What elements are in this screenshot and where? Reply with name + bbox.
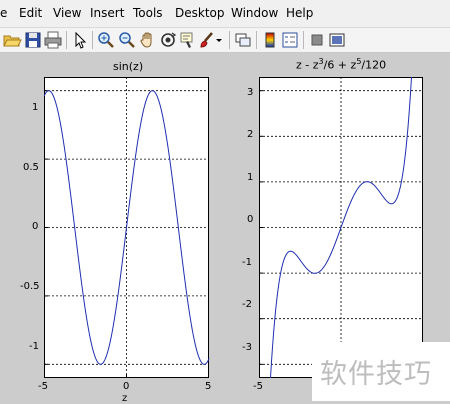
watermark: 软件技巧	[312, 342, 450, 401]
print-icon[interactable]	[43, 30, 63, 50]
menu-view[interactable]: View	[53, 6, 81, 20]
menu-help[interactable]: Help	[286, 6, 313, 20]
toolbar-separator	[92, 31, 93, 49]
left-ytick-label: 0	[32, 221, 39, 232]
right-ytick-label: -1	[242, 257, 252, 268]
menu-desktop[interactable]: Desktop	[175, 6, 225, 20]
figure-toolbar	[0, 28, 450, 53]
right-axes[interactable]	[259, 77, 424, 379]
menu-insert[interactable]: Insert	[90, 6, 124, 20]
show-plot-tools-icon[interactable]	[327, 30, 347, 50]
watermark-text: 软件技巧	[320, 359, 432, 390]
left-ytick-label: -1	[29, 341, 39, 352]
toolbar-separator	[256, 31, 257, 49]
menu-tools[interactable]: Tools	[133, 6, 163, 20]
link-plot-icon[interactable]	[233, 30, 253, 50]
right-ytick-label: -2	[242, 299, 252, 310]
toolbar-separator	[229, 31, 230, 49]
colorbar-icon[interactable]	[260, 30, 280, 50]
rotate-3d-icon[interactable]	[158, 30, 178, 50]
pointer-icon[interactable]	[70, 30, 90, 50]
menu-bar: e Edit View Insert Tools Desktop Window …	[0, 0, 450, 28]
open-folder-icon[interactable]	[2, 30, 22, 50]
toolbar-separator	[303, 31, 304, 49]
toolbar-separator	[66, 31, 67, 49]
right-ytick-label: 3	[247, 87, 254, 98]
left-plot-title: sin(z)	[113, 60, 144, 73]
right-ytick-label: 0	[247, 214, 254, 225]
right-ytick-label: -3	[242, 342, 252, 353]
menu-window[interactable]: Window	[231, 6, 278, 20]
pan-hand-icon[interactable]	[138, 30, 158, 50]
brush-dropdown-icon[interactable]	[214, 30, 224, 50]
left-axes[interactable]	[44, 77, 210, 379]
left-ytick-label: 0.5	[23, 162, 39, 173]
right-ytick-label: 1	[247, 172, 254, 183]
zoom-out-icon[interactable]	[117, 30, 137, 50]
hide-plot-tools-icon[interactable]	[307, 30, 327, 50]
save-icon[interactable]	[23, 30, 43, 50]
left-xtick-label: 5	[205, 381, 212, 392]
data-cursor-icon[interactable]	[178, 30, 198, 50]
left-xtick-label: 0	[123, 381, 130, 392]
zoom-in-icon[interactable]	[96, 30, 116, 50]
menu-edit[interactable]: Edit	[19, 6, 42, 20]
left-ytick-label: -0.5	[20, 281, 40, 292]
legend-icon[interactable]	[280, 30, 300, 50]
left-xtick-label: -5	[38, 381, 48, 392]
right-plot-title: z - z3/6 + z5/120	[296, 57, 387, 72]
right-ytick-label: 2	[247, 129, 254, 140]
left-xlabel: z	[122, 393, 128, 404]
right-xtick-label: -5	[253, 381, 263, 392]
left-ytick-label: 1	[32, 102, 39, 113]
menu-file[interactable]: e	[0, 6, 7, 20]
